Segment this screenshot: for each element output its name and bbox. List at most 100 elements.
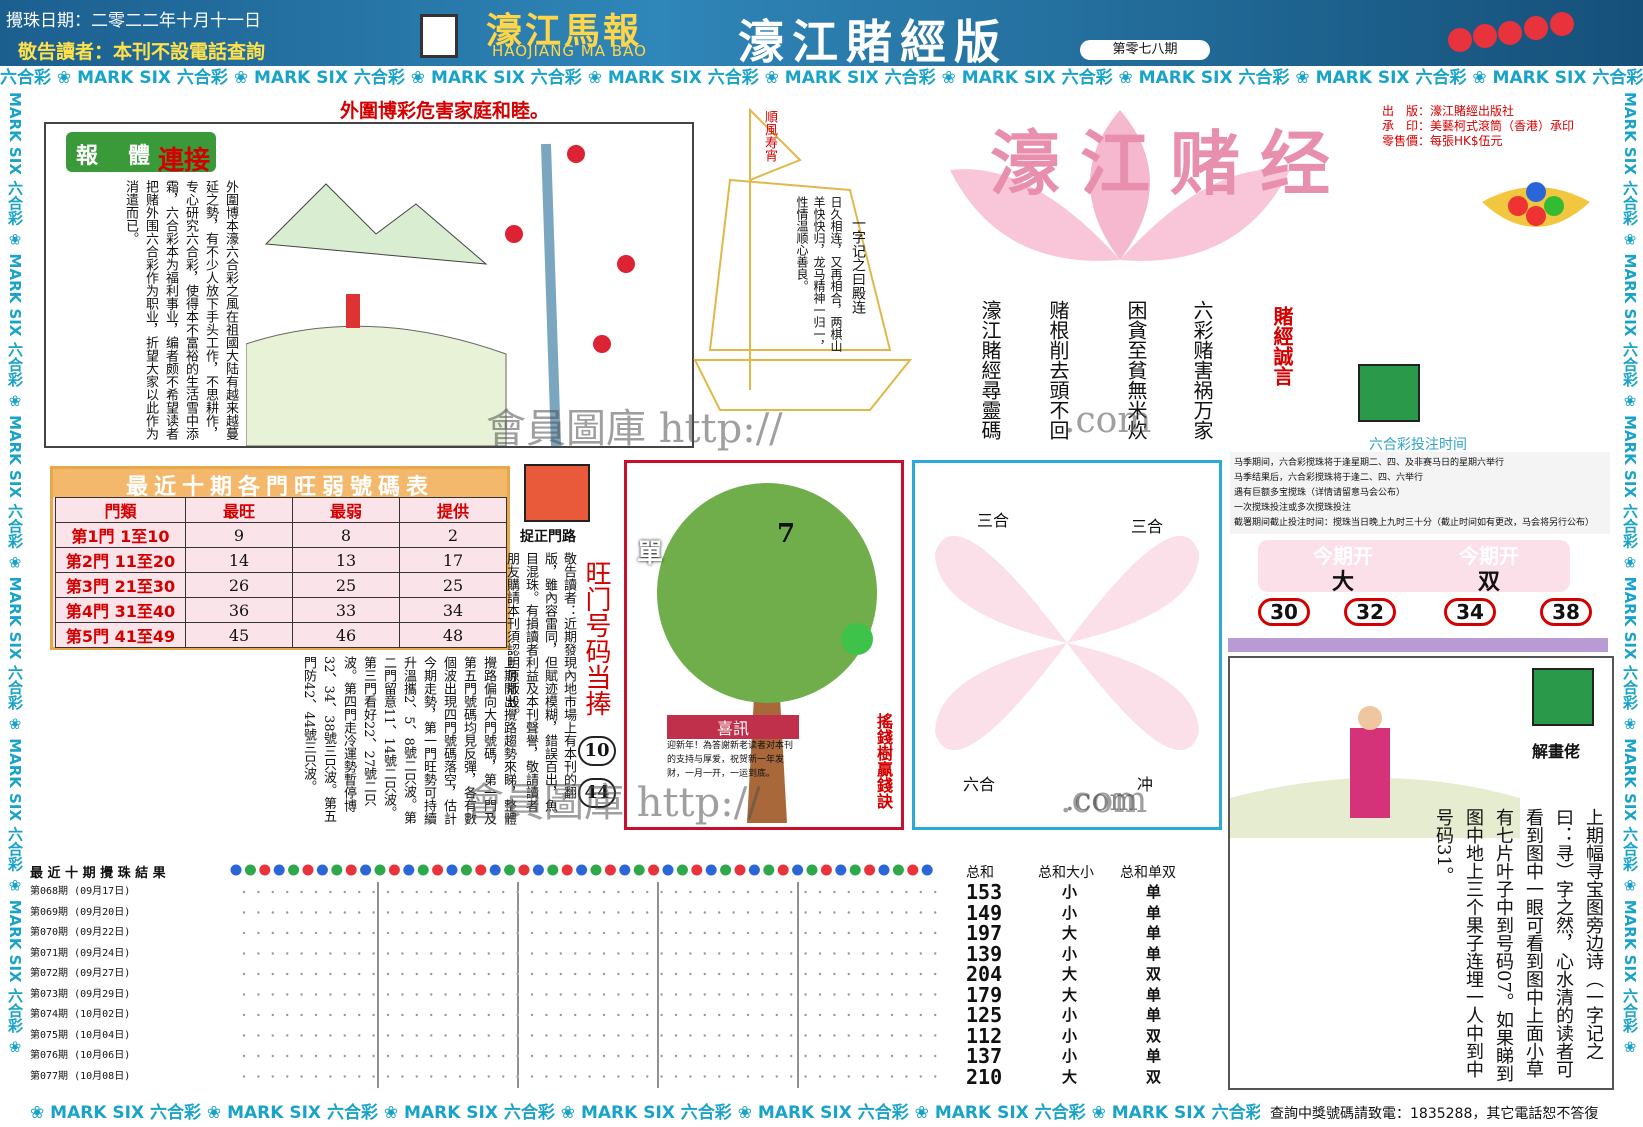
table-row: 137 小单	[966, 1046, 1236, 1067]
grid-dot	[732, 931, 735, 935]
grid-dot	[401, 952, 404, 955]
grid-dot	[934, 890, 937, 894]
grid-dot	[775, 972, 778, 976]
grid-dot	[790, 993, 793, 996]
grid-dot	[689, 1075, 692, 1078]
grid-dot	[559, 890, 562, 894]
grid-dot	[804, 890, 807, 894]
hand-key-icon	[524, 464, 590, 522]
number-ball-mark	[417, 864, 429, 876]
number-ball-mark	[331, 864, 343, 876]
issue-number-ball: 32	[1344, 598, 1396, 626]
grid-dot	[790, 911, 793, 914]
grid-dot	[300, 890, 303, 894]
range-sep: 至	[136, 627, 153, 646]
grid-dot	[257, 911, 260, 914]
grid-dot	[660, 993, 663, 996]
grid-dot	[574, 911, 577, 914]
grid-dot	[732, 1075, 735, 1078]
grid-dot	[804, 993, 807, 996]
number-ball-mark	[892, 864, 904, 876]
schedule-item: 马季期间，六合彩搅珠将于逢星期二、四、及非赛马日的星期六举行	[1234, 458, 1505, 468]
grid-dot	[732, 993, 735, 996]
range-sep: 至	[131, 527, 148, 546]
grid-dot	[934, 1034, 937, 1037]
grid-dot	[804, 972, 807, 976]
grid-dot	[876, 1013, 879, 1017]
grid-dot	[242, 952, 246, 955]
number-ball-mark	[532, 864, 544, 876]
story-text: 外圍博本濠六合彩之風在祖國大陆有越来越蔓延之勢，有不少人放下手头工作，不思耕作，…	[123, 180, 238, 440]
hot-cell: 36	[185, 597, 293, 623]
grid-dot	[386, 1054, 390, 1058]
grid-dot	[545, 993, 548, 996]
grid-dot	[487, 952, 490, 955]
grid-dot	[718, 1075, 721, 1078]
grid-dot	[530, 1075, 534, 1078]
grid-dot	[833, 1034, 836, 1037]
grid-dot	[660, 952, 663, 955]
grid-dot	[314, 1054, 318, 1058]
grid-dot	[242, 972, 246, 976]
bottom-border-strip: ❀ MARK SIX 六合彩 ❀ MARK SIX 六合彩 ❀ MARK SIX…	[30, 1103, 1260, 1123]
period: 第068期	[30, 886, 69, 897]
grid-dot	[732, 1013, 735, 1017]
grid-dot	[602, 1075, 606, 1078]
hand-pointer-icon	[1358, 364, 1420, 422]
number-ball-mark	[273, 864, 285, 876]
grid-dot	[775, 1054, 778, 1058]
grid-dot	[458, 1013, 462, 1017]
grid-dot	[401, 890, 404, 894]
grid-dot	[746, 1034, 750, 1037]
grid-dot	[847, 890, 850, 894]
grid-dot	[343, 1054, 346, 1058]
grid-dot	[502, 952, 505, 955]
size-cell: 小	[1062, 903, 1078, 922]
grid-dot	[300, 1054, 303, 1058]
range-end: 49	[152, 627, 176, 646]
grid-dot	[775, 931, 778, 935]
watermark: .com	[1060, 780, 1148, 821]
grid-dot	[890, 890, 894, 894]
grid-dot	[862, 911, 865, 914]
grid-dot	[545, 1075, 548, 1078]
grid-dot	[905, 993, 908, 996]
grid-dot	[343, 890, 346, 894]
cold-cell: 33	[292, 597, 400, 623]
list-item: 第073期 (09月29日)	[30, 985, 230, 1006]
grid-dot	[862, 1034, 865, 1037]
grid-dot	[372, 1013, 375, 1017]
grid-dot	[473, 993, 476, 996]
table-row: 139 小单	[966, 943, 1236, 965]
period: 第076期	[30, 1050, 69, 1061]
grid-dot	[775, 952, 778, 955]
grid-dot	[415, 890, 418, 894]
grid-dot	[617, 1054, 620, 1058]
divider-bar	[1228, 638, 1608, 652]
grid-dot	[386, 911, 390, 914]
grid-dot	[718, 1013, 721, 1017]
grid-dot	[300, 972, 303, 976]
grid-dot	[761, 931, 764, 935]
grid-dot	[329, 1075, 332, 1078]
grid-dot	[386, 1034, 390, 1037]
right-border-strip: MARK SIX 六合彩 ❀ MARK SIX 六合彩 ❀ MARK SIX 六…	[1621, 92, 1639, 1062]
grid-dot	[919, 931, 922, 935]
results-period-list: 第068期 (09月17日) 第069期 (09月20日) 第070期 (09月…	[30, 882, 230, 1087]
grid-dot	[617, 890, 620, 894]
grid-dot	[386, 1075, 390, 1078]
grid-dot	[257, 972, 260, 976]
grid-dot	[430, 1075, 433, 1078]
grid-dot	[631, 1054, 634, 1058]
grid-dot	[876, 952, 879, 955]
grid-dot	[703, 931, 706, 935]
grid-dot	[372, 972, 375, 976]
tree-notice-title: 喜訊	[667, 715, 799, 739]
grid-dot	[502, 993, 505, 996]
gate-label: 第2門	[65, 552, 109, 571]
hot-gate-title: 旺门号码当捧	[581, 560, 611, 716]
grid-dot	[257, 1054, 260, 1058]
grid-dot	[415, 1013, 418, 1017]
grid-dot	[458, 1075, 462, 1078]
grid-dot	[300, 1034, 303, 1037]
